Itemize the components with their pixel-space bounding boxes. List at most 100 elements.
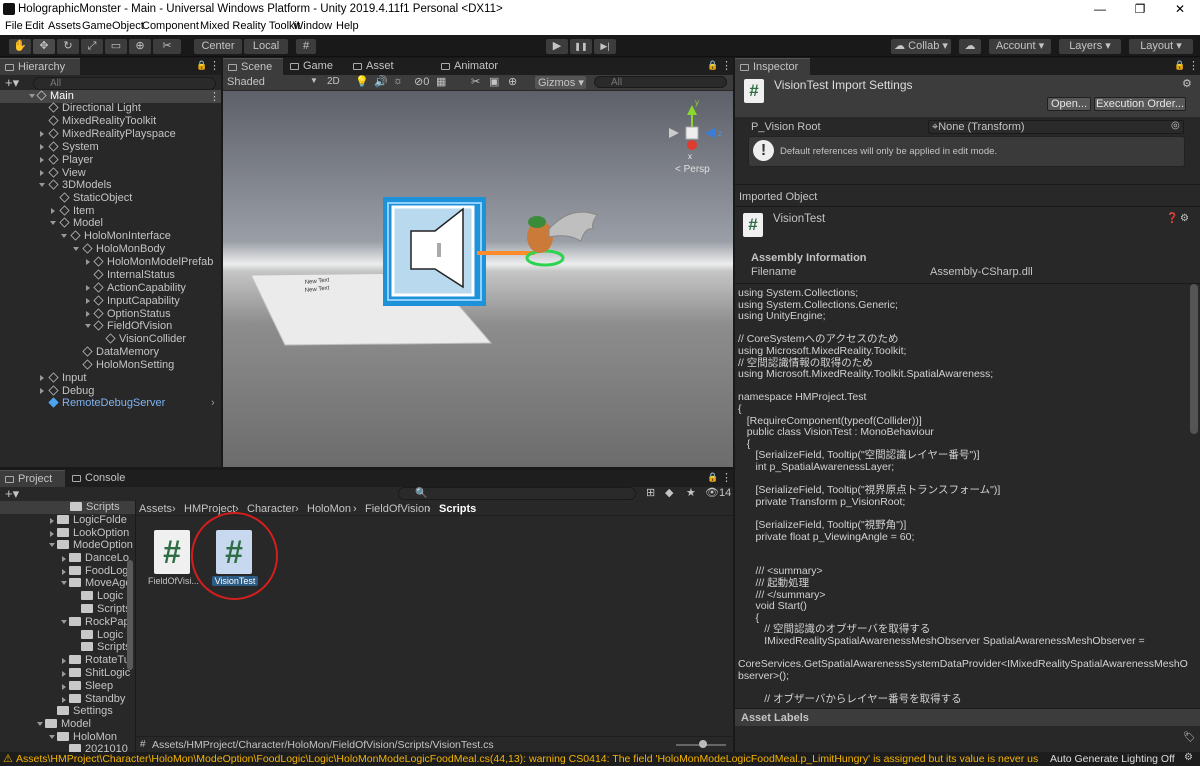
- collapse-arrow-icon[interactable]: [62, 697, 66, 703]
- tree-item[interactable]: LogicFolde: [57, 514, 127, 527]
- favorite-icon[interactable]: ★: [686, 486, 696, 499]
- collapse-arrow-icon[interactable]: [40, 131, 44, 137]
- execution-order-button[interactable]: Execution Order...: [1094, 97, 1186, 111]
- lock-icon[interactable]: 🔒: [1174, 60, 1185, 71]
- hierarchy-item[interactable]: HoloMonSetting: [82, 359, 174, 372]
- hierarchy-item[interactable]: ActionCapability: [93, 282, 186, 295]
- hierarchy-item[interactable]: HoloMonInterface: [70, 230, 171, 243]
- hierarchy-item[interactable]: Model: [59, 217, 103, 230]
- cloud-button[interactable]: ☁: [958, 38, 982, 55]
- collapse-arrow-icon[interactable]: [40, 375, 44, 381]
- collapse-arrow-icon[interactable]: [51, 208, 55, 214]
- kebab-menu-icon[interactable]: ⋮: [209, 59, 220, 72]
- hierarchy-item-prefab[interactable]: RemoteDebugServer: [48, 397, 165, 410]
- collapse-arrow-icon[interactable]: [86, 311, 90, 317]
- hierarchy-item[interactable]: HoloMonBody: [82, 243, 165, 256]
- hierarchy-item[interactable]: DataMemory: [82, 346, 159, 359]
- world-icon[interactable]: ⊕: [508, 75, 517, 88]
- play-button[interactable]: ▶: [545, 38, 569, 55]
- hierarchy-item[interactable]: InternalStatus: [93, 269, 175, 282]
- menu-help[interactable]: Help: [336, 20, 359, 32]
- collapse-arrow-icon[interactable]: [62, 569, 66, 575]
- expand-arrow-icon[interactable]: [61, 620, 67, 624]
- hierarchy-item[interactable]: MixedRealityToolkit: [48, 115, 156, 128]
- menu-file[interactable]: File: [5, 20, 23, 32]
- hidden-count[interactable]: 👁14: [705, 486, 731, 499]
- tree-item[interactable]: Model: [45, 718, 91, 731]
- expand-arrow-icon[interactable]: [39, 183, 45, 187]
- breadcrumb-assets[interactable]: Assets: [139, 503, 172, 515]
- tab-animator[interactable]: Animator: [436, 58, 510, 75]
- expand-arrow-icon[interactable]: [50, 221, 56, 225]
- tab-inspector[interactable]: Inspector: [735, 58, 810, 75]
- tree-item[interactable]: RockPap: [69, 616, 130, 629]
- tree-item[interactable]: ShitLogic: [69, 667, 130, 680]
- custom-tool-button[interactable]: ✂: [152, 38, 182, 55]
- filter-type-icon[interactable]: ⊞: [646, 486, 655, 499]
- tree-item[interactable]: Scripts: [70, 501, 120, 514]
- collapse-arrow-icon[interactable]: [62, 671, 66, 677]
- tree-scrollbar[interactable]: [127, 560, 133, 670]
- scene-search-input[interactable]: All: [594, 76, 727, 88]
- pivot-local-button[interactable]: Local: [243, 38, 289, 55]
- grid-icon[interactable]: ▦: [436, 75, 446, 88]
- file-item-selected[interactable]: # VisionTest: [210, 528, 260, 590]
- code-scrollbar[interactable]: [1190, 284, 1198, 434]
- expand-arrow-icon[interactable]: [85, 324, 91, 328]
- object-picker-icon[interactable]: ◎: [1171, 120, 1180, 131]
- tree-item[interactable]: Scripts: [81, 641, 131, 654]
- chevron-right-icon[interactable]: ›: [211, 397, 215, 409]
- menu-mrtk[interactable]: Mixed Reality Toolkit: [200, 20, 300, 32]
- layers-dropdown[interactable]: Layers ▾: [1058, 38, 1122, 55]
- scene-viewport[interactable]: New Text New Text y z x < Persp: [223, 91, 733, 467]
- tree-item[interactable]: DanceLo: [69, 552, 129, 565]
- step-button[interactable]: ▶|: [593, 38, 617, 55]
- hierarchy-item[interactable]: Input: [48, 372, 86, 385]
- tree-item[interactable]: Scripts: [81, 603, 131, 616]
- kebab-menu-icon[interactable]: ⋮: [1188, 59, 1199, 72]
- scale-tool-button[interactable]: ⤢: [80, 38, 104, 55]
- filter-label-icon[interactable]: ◆: [665, 486, 673, 499]
- menu-gameobject[interactable]: GameObject: [82, 20, 144, 32]
- hand-tool-button[interactable]: ✋: [8, 38, 32, 55]
- hierarchy-item[interactable]: MixedRealityPlayspace: [48, 128, 176, 141]
- collapse-arrow-icon[interactable]: [62, 658, 66, 664]
- menu-assets[interactable]: Assets: [48, 20, 81, 32]
- grid-snap-button[interactable]: #: [295, 38, 317, 55]
- hierarchy-item[interactable]: Directional Light: [48, 102, 141, 115]
- breadcrumb-fieldofvision[interactable]: FieldOfVision: [365, 503, 430, 515]
- hierarchy-item[interactable]: FieldOfVision: [93, 320, 172, 333]
- hierarchy-item[interactable]: VisionCollider: [105, 333, 186, 346]
- hierarchy-item[interactable]: 3DModels: [48, 179, 112, 192]
- rotate-tool-button[interactable]: ↻: [56, 38, 80, 55]
- kebab-menu-icon[interactable]: ⋮: [721, 471, 732, 484]
- collapse-arrow-icon[interactable]: [40, 157, 44, 163]
- collapse-arrow-icon[interactable]: [86, 285, 90, 291]
- rect-tool-button[interactable]: ▭: [104, 38, 128, 55]
- hierarchy-item[interactable]: HoloMonModelPrefab: [93, 256, 213, 269]
- tree-item[interactable]: Sleep: [69, 680, 113, 693]
- account-dropdown[interactable]: Account ▾: [988, 38, 1052, 55]
- hierarchy-item[interactable]: System: [48, 141, 99, 154]
- collapse-arrow-icon[interactable]: [86, 259, 90, 265]
- close-button[interactable]: ✕: [1160, 0, 1200, 19]
- move-tool-button[interactable]: ✥: [32, 38, 56, 55]
- expand-arrow-icon[interactable]: [49, 543, 55, 547]
- persp-label[interactable]: < Persp: [675, 164, 710, 175]
- expand-arrow-icon[interactable]: [61, 581, 67, 585]
- scene-kebab-icon[interactable]: ⋮: [209, 90, 220, 103]
- minimize-button[interactable]: —: [1080, 0, 1120, 19]
- layout-dropdown[interactable]: Layout ▾: [1128, 38, 1194, 55]
- breadcrumb-scripts[interactable]: Scripts: [439, 503, 476, 515]
- create-plus-button[interactable]: +▾: [5, 75, 19, 91]
- collapse-arrow-icon[interactable]: [40, 144, 44, 150]
- menu-edit[interactable]: Edit: [25, 20, 44, 32]
- settings-gear-icon[interactable]: ⚙: [1182, 77, 1192, 90]
- menu-window[interactable]: Window: [293, 20, 332, 32]
- collapse-arrow-icon[interactable]: [40, 170, 44, 176]
- dropdown-arrow-icon[interactable]: ▼: [310, 76, 318, 85]
- hierarchy-item[interactable]: InputCapability: [93, 295, 180, 308]
- lock-icon[interactable]: 🔒: [707, 60, 718, 71]
- lock-icon[interactable]: 🔒: [196, 60, 207, 71]
- collapse-arrow-icon[interactable]: [86, 298, 90, 304]
